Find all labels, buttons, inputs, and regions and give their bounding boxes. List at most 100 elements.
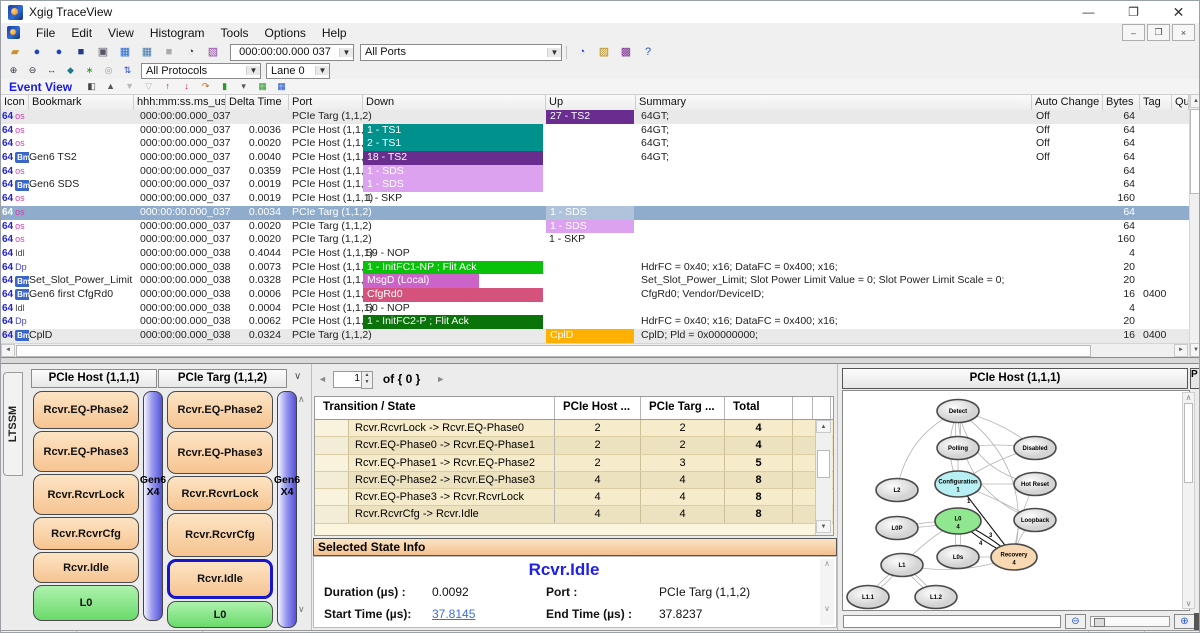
start-time-link[interactable]: 37.8145 (432, 607, 475, 621)
transition-scroll-down-icon[interactable]: ▼ (816, 520, 831, 533)
scroll-down-icon[interactable]: ▼ (1190, 343, 1200, 357)
scroll-right-icon[interactable]: ► (1174, 344, 1188, 357)
column-header-qu[interactable]: Qu (1172, 95, 1189, 111)
diagram-node-l1[interactable]: L1 (881, 554, 923, 577)
diagram-port-header-next[interactable]: P (1190, 368, 1200, 389)
transition-table-scrollbar[interactable]: ▲ ▼ (815, 420, 832, 535)
diagram-port-header[interactable]: PCIe Host (1,1,1) (842, 368, 1188, 389)
table-row[interactable]: 64os000:00:00.000_0370.0019PCIe Host (1,… (1, 192, 1189, 206)
diagram-node-disabled[interactable]: Disabled (1014, 437, 1056, 460)
help-icon[interactable]: ? (638, 44, 658, 61)
tape-save-icon[interactable]: ● (49, 44, 69, 61)
scroll-left-icon[interactable]: ◄ (1, 344, 15, 357)
ltssm-state-rcvr-idle[interactable]: Rcvr.Idle (167, 559, 273, 599)
column-header-bytes[interactable]: Bytes (1103, 95, 1140, 111)
table-row[interactable]: 64os000:00:00.000_0370.0359PCIe Host (1,… (1, 165, 1189, 179)
table-row[interactable]: 64os000:00:00.000_0370.0020PCIe Targ (1,… (1, 233, 1189, 247)
disabled-view-icon[interactable]: ■ (159, 44, 179, 61)
column-header-down[interactable]: Down (363, 95, 546, 111)
tape-load-icon[interactable]: ● (27, 44, 47, 61)
transition-scroll-thumb[interactable] (817, 450, 830, 478)
time-combo-arrow[interactable]: ▼ (339, 48, 353, 57)
ltssm-targ-header[interactable]: PCIe Targ (1,1,2) (158, 369, 287, 388)
mdi-close-button[interactable]: × (1172, 24, 1195, 41)
vscroll-thumb[interactable] (1190, 109, 1200, 194)
scroll-up-icon[interactable]: ▲ (1190, 94, 1200, 108)
mdi-restore-button[interactable]: ❐ (1147, 24, 1170, 41)
decode-blue-icon[interactable]: ▦ (273, 80, 290, 94)
restore-button[interactable]: ❐ (1111, 1, 1156, 23)
next-event-icon[interactable]: ▼ (121, 80, 138, 94)
column-header-icon[interactable]: Icon (1, 95, 29, 111)
page-next-icon[interactable]: ► (436, 374, 445, 384)
ltssm-state-rcvr-rcvrcfg[interactable]: Rcvr.RcvrCfg (167, 513, 273, 557)
table-row[interactable]: 64os000:00:00.000_0370.0020PCIe Targ (1,… (1, 220, 1189, 234)
ltssm-state-rcvr-eq-phase2[interactable]: Rcvr.EQ-Phase2 (33, 391, 139, 429)
transition-scroll-up-icon[interactable]: ▲ (816, 420, 831, 433)
diagram-node-l0s[interactable]: L0s (937, 546, 979, 569)
menu-options[interactable]: Options (257, 25, 314, 41)
table-row[interactable]: 64os000:00:00.000_0370.0020PCIe Host (1,… (1, 137, 1189, 151)
table-row[interactable]: 64BmGen6 first CfgRd0000:00:00.000_0380.… (1, 288, 1189, 302)
time-combo[interactable]: 000:00:00.000 037 ▼ (230, 44, 354, 61)
table-row[interactable]: 64Dp000:00:00.000_0380.0062PCIe Host (1,… (1, 315, 1189, 329)
tag-icon[interactable]: ◆ (62, 64, 79, 78)
close-button[interactable]: ✕ (1156, 1, 1200, 23)
table-row[interactable]: 64BmSet_Slot_Power_Limit000:00:00.000_03… (1, 274, 1189, 288)
diagram-node-polling[interactable]: Polling (937, 437, 979, 460)
jump-up-icon[interactable]: ↑ (159, 80, 176, 94)
transition-row[interactable]: Rcvr.EQ-Phase2 -> Rcvr.EQ-Phase3448 (315, 472, 833, 489)
table-row[interactable]: 64BmCplD000:00:00.000_0380.0324PCIe Targ… (1, 329, 1189, 343)
ltssm-state-rcvr-rcvrlock[interactable]: Rcvr.RcvrLock (167, 476, 273, 511)
zoom-out-icon[interactable]: ⊖ (1065, 614, 1086, 629)
fit-width-icon[interactable]: ↔ (43, 64, 60, 78)
updown-arrows-icon[interactable]: ⇅ (119, 64, 136, 78)
lane-combo[interactable]: Lane 0 ▼ (266, 63, 330, 79)
decode-green-icon[interactable]: ▦ (254, 80, 271, 94)
ltssm-state-l0[interactable]: L0 (167, 601, 273, 628)
asterisk-icon[interactable]: ∗ (81, 64, 98, 78)
column-header-delta-time[interactable]: Delta Time (226, 95, 289, 111)
capture-view-icon[interactable]: ▦ (115, 44, 135, 61)
prev-event-icon[interactable]: ▲ (102, 80, 119, 94)
column-header-summary[interactable]: Summary (636, 95, 1032, 111)
ltssm-scroll-down-icon[interactable]: ∨ (298, 604, 305, 615)
filter-icon[interactable]: ▽ (140, 80, 157, 94)
ltssm-host-header[interactable]: PCIe Host (1,1,1) (31, 369, 157, 388)
open-folder-icon[interactable]: ▰ (5, 44, 25, 61)
ltssm-state-rcvr-eq-phase3[interactable]: Rcvr.EQ-Phase3 (167, 431, 273, 474)
selected-state-scrollbar[interactable]: ∧∨ (820, 559, 834, 625)
column-header-port[interactable]: Port (289, 95, 363, 111)
lane-combo-arrow[interactable]: ▼ (315, 66, 329, 75)
diagram-scroll-up-icon[interactable]: ∧ (1183, 393, 1194, 402)
zoom-slider-handle[interactable] (1094, 618, 1105, 627)
diagram-node-l1.1[interactable]: L1.1 (847, 586, 889, 609)
diagram-scroll-down-icon[interactable]: ∨ (1183, 599, 1194, 608)
diagram-node-detect[interactable]: Detect (937, 400, 979, 423)
diagram-node-hotreset[interactable]: Hot Reset (1014, 473, 1056, 496)
mdi-minimize-button[interactable]: – (1122, 24, 1145, 41)
zoom-in-icon[interactable]: ⊕ (1174, 614, 1195, 629)
column-header-hhh-mm-ss-ms-us[interactable]: hhh:mm:ss.ms_us (134, 95, 226, 111)
menu-view[interactable]: View (100, 25, 142, 41)
diagram-node-l1.2[interactable]: L1.2 (915, 586, 957, 609)
transition-row[interactable]: Rcvr.EQ-Phase0 -> Rcvr.EQ-Phase1224 (315, 437, 833, 454)
menu-histogram[interactable]: Histogram (142, 25, 213, 41)
hscroll-thumb[interactable] (16, 345, 1091, 357)
export-icon[interactable]: ▣ (93, 44, 113, 61)
column-header-up[interactable]: Up (546, 95, 636, 111)
diagram-scroll-thumb[interactable] (1184, 403, 1193, 483)
diagram-node-configuration[interactable]: Configuration1 (935, 471, 981, 497)
table-row[interactable]: 64os000:00:00.000_037PCIe Targ (1,1,2)27… (1, 110, 1189, 124)
time-info-icon[interactable]: ◔ (572, 44, 592, 61)
column-header-tag[interactable]: Tag (1140, 95, 1172, 111)
ltssm-state-l0[interactable]: L0 (33, 585, 139, 621)
diagram-node-l2[interactable]: L2 (876, 479, 918, 502)
zoom-out-icon[interactable]: ⊖ (24, 64, 41, 78)
diagram-hscrollbar[interactable] (843, 615, 1061, 628)
save-icon[interactable]: ■ (71, 44, 91, 61)
table-row[interactable]: 64Idl000:00:00.000_0380.4044PCIe Host (1… (1, 247, 1189, 261)
ltssm-state-rcvr-eq-phase2[interactable]: Rcvr.EQ-Phase2 (167, 391, 273, 429)
zoom-slider[interactable] (1090, 616, 1170, 627)
expert-icon[interactable]: ▨ (594, 44, 614, 61)
